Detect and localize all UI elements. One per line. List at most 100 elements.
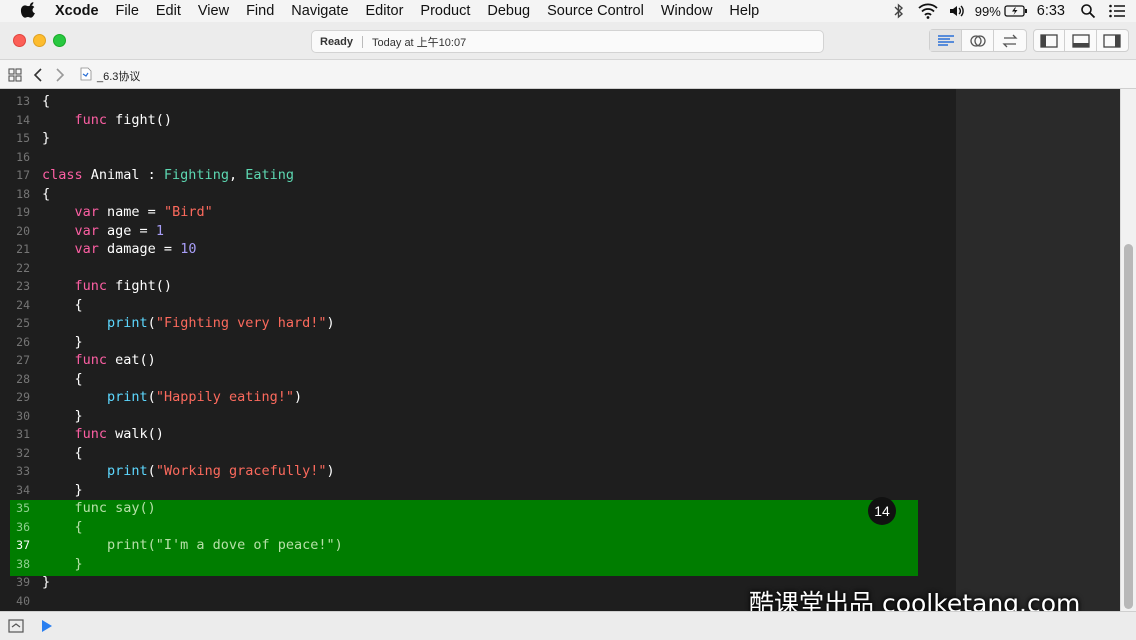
run-icon[interactable] <box>40 619 54 633</box>
code-token: "Working gracefully!" <box>155 463 327 479</box>
forward-icon[interactable] <box>55 68 65 82</box>
line-number: 22 <box>16 260 30 275</box>
code-token: ) <box>326 315 335 331</box>
code-token: { <box>42 296 83 313</box>
debug-bar <box>0 611 1136 640</box>
menu-xcode[interactable]: Xcode <box>55 3 99 19</box>
line-number: 25 <box>16 316 30 330</box>
code-token: print <box>107 389 148 405</box>
line-code: print("Happily eating!") <box>42 388 302 407</box>
code-line: 13 { <box>0 92 956 111</box>
code-token: func <box>74 352 108 368</box>
line-code: var name = "Bird" <box>42 203 213 222</box>
navigator-toggle-icon <box>1040 33 1058 48</box>
code-token: Fighting <box>163 167 229 183</box>
clock[interactable]: 6:33 <box>1037 3 1065 19</box>
source-editor[interactable]: 13{14 func fight() 15} 16 17 class Animal : … <box>0 89 956 611</box>
line-number: 31 <box>16 427 30 441</box>
menu-source-control[interactable]: Source Control <box>547 3 644 19</box>
battery-percent: 99% <box>974 3 1001 19</box>
apple-icon[interactable] <box>19 2 39 20</box>
assistant-editor-button[interactable] <box>962 30 994 51</box>
menu-navigate[interactable]: Navigate <box>291 3 348 19</box>
line-number: 21 <box>16 242 30 256</box>
menu-edit[interactable]: Edit <box>156 3 181 19</box>
line-number: 36 <box>16 519 30 534</box>
debug-area-toggle-button[interactable] <box>1065 30 1097 51</box>
code-token: print("I'm a dove of peace!") <box>42 537 343 553</box>
code-token: func <box>74 278 108 294</box>
code-token: "Bird" <box>163 204 213 220</box>
close-window-button[interactable] <box>13 34 26 47</box>
code-token: func <box>74 111 108 128</box>
battery-icon[interactable] <box>1004 4 1028 18</box>
utilities-toggle-button[interactable] <box>1097 30 1128 51</box>
code-line: 22 <box>0 259 956 278</box>
activity-status: Ready Today at 上午10:07 <box>311 30 824 53</box>
editor-mode-group <box>929 29 1027 52</box>
wifi-icon[interactable] <box>918 3 938 19</box>
status-divider <box>362 35 364 48</box>
code-token: age = <box>98 222 156 239</box>
window-toolbar: Ready Today at 上午10:07 <box>0 22 1136 60</box>
volume-icon[interactable] <box>948 3 966 19</box>
code-token: } <box>42 555 83 572</box>
line-code: var damage = 10 <box>42 240 197 259</box>
line-number: 35 <box>16 501 30 515</box>
menu-help[interactable]: Help <box>729 3 759 19</box>
hide-debug-area-icon[interactable] <box>8 619 24 633</box>
code-line: 31 func walk() <box>0 425 956 444</box>
jump-bar-file[interactable]: _6.3协议 <box>97 68 140 84</box>
line-number: 15 <box>16 131 30 145</box>
standard-editor-icon <box>937 34 954 46</box>
line-number: 18 <box>16 186 30 201</box>
vertical-scrollbar[interactable] <box>1120 89 1136 611</box>
line-code: var age = 1 <box>42 222 164 241</box>
related-items-icon[interactable] <box>8 68 22 82</box>
back-icon[interactable] <box>33 68 43 82</box>
code-token: "Fighting very hard!" <box>155 315 327 331</box>
spotlight-icon[interactable] <box>1080 3 1096 19</box>
menu-file[interactable]: File <box>116 3 139 19</box>
code-line: 30 } <box>0 407 956 426</box>
line-code: } <box>42 129 50 148</box>
menu-find[interactable]: Find <box>246 3 274 19</box>
line-number: 40 <box>16 593 30 608</box>
notification-center-icon[interactable] <box>1108 3 1126 19</box>
version-editor-button[interactable] <box>994 30 1026 51</box>
step-badge: 14 <box>868 497 896 525</box>
line-code: } <box>42 573 50 592</box>
line-code: } <box>42 555 83 574</box>
line-code: func walk() <box>42 425 164 444</box>
code-line: 32 { <box>0 444 956 463</box>
code-token: ( <box>147 463 156 479</box>
code-line: 18 { <box>0 185 956 204</box>
menu-editor[interactable]: Editor <box>366 3 404 19</box>
menu-debug[interactable]: Debug <box>487 3 530 19</box>
line-number: 38 <box>16 556 30 571</box>
line-code: } <box>42 333 83 352</box>
code-token: { <box>42 185 51 202</box>
code-token: } <box>42 481 83 498</box>
scrollbar-thumb[interactable] <box>1124 244 1133 609</box>
bluetooth-icon[interactable] <box>892 3 906 19</box>
menu-window[interactable]: Window <box>661 3 713 19</box>
version-editor-icon <box>1002 34 1018 47</box>
code-token: { <box>42 444 83 461</box>
line-code: func eat() <box>42 351 156 370</box>
jump-bar: _6.3协议 <box>0 60 1136 89</box>
minimize-window-button[interactable] <box>33 34 46 47</box>
standard-editor-button[interactable] <box>930 30 962 51</box>
line-code: { <box>42 518 83 537</box>
utilities-toggle-icon <box>1103 33 1121 48</box>
menu-product[interactable]: Product <box>420 3 470 19</box>
line-number: 28 <box>16 371 30 386</box>
line-number: 37 <box>16 538 30 552</box>
code-line: 14 func fight() <box>0 111 956 130</box>
menu-view[interactable]: View <box>198 3 229 19</box>
assistant-editor-icon <box>969 34 986 47</box>
navigator-toggle-button[interactable] <box>1034 30 1066 51</box>
zoom-window-button[interactable] <box>53 34 66 47</box>
